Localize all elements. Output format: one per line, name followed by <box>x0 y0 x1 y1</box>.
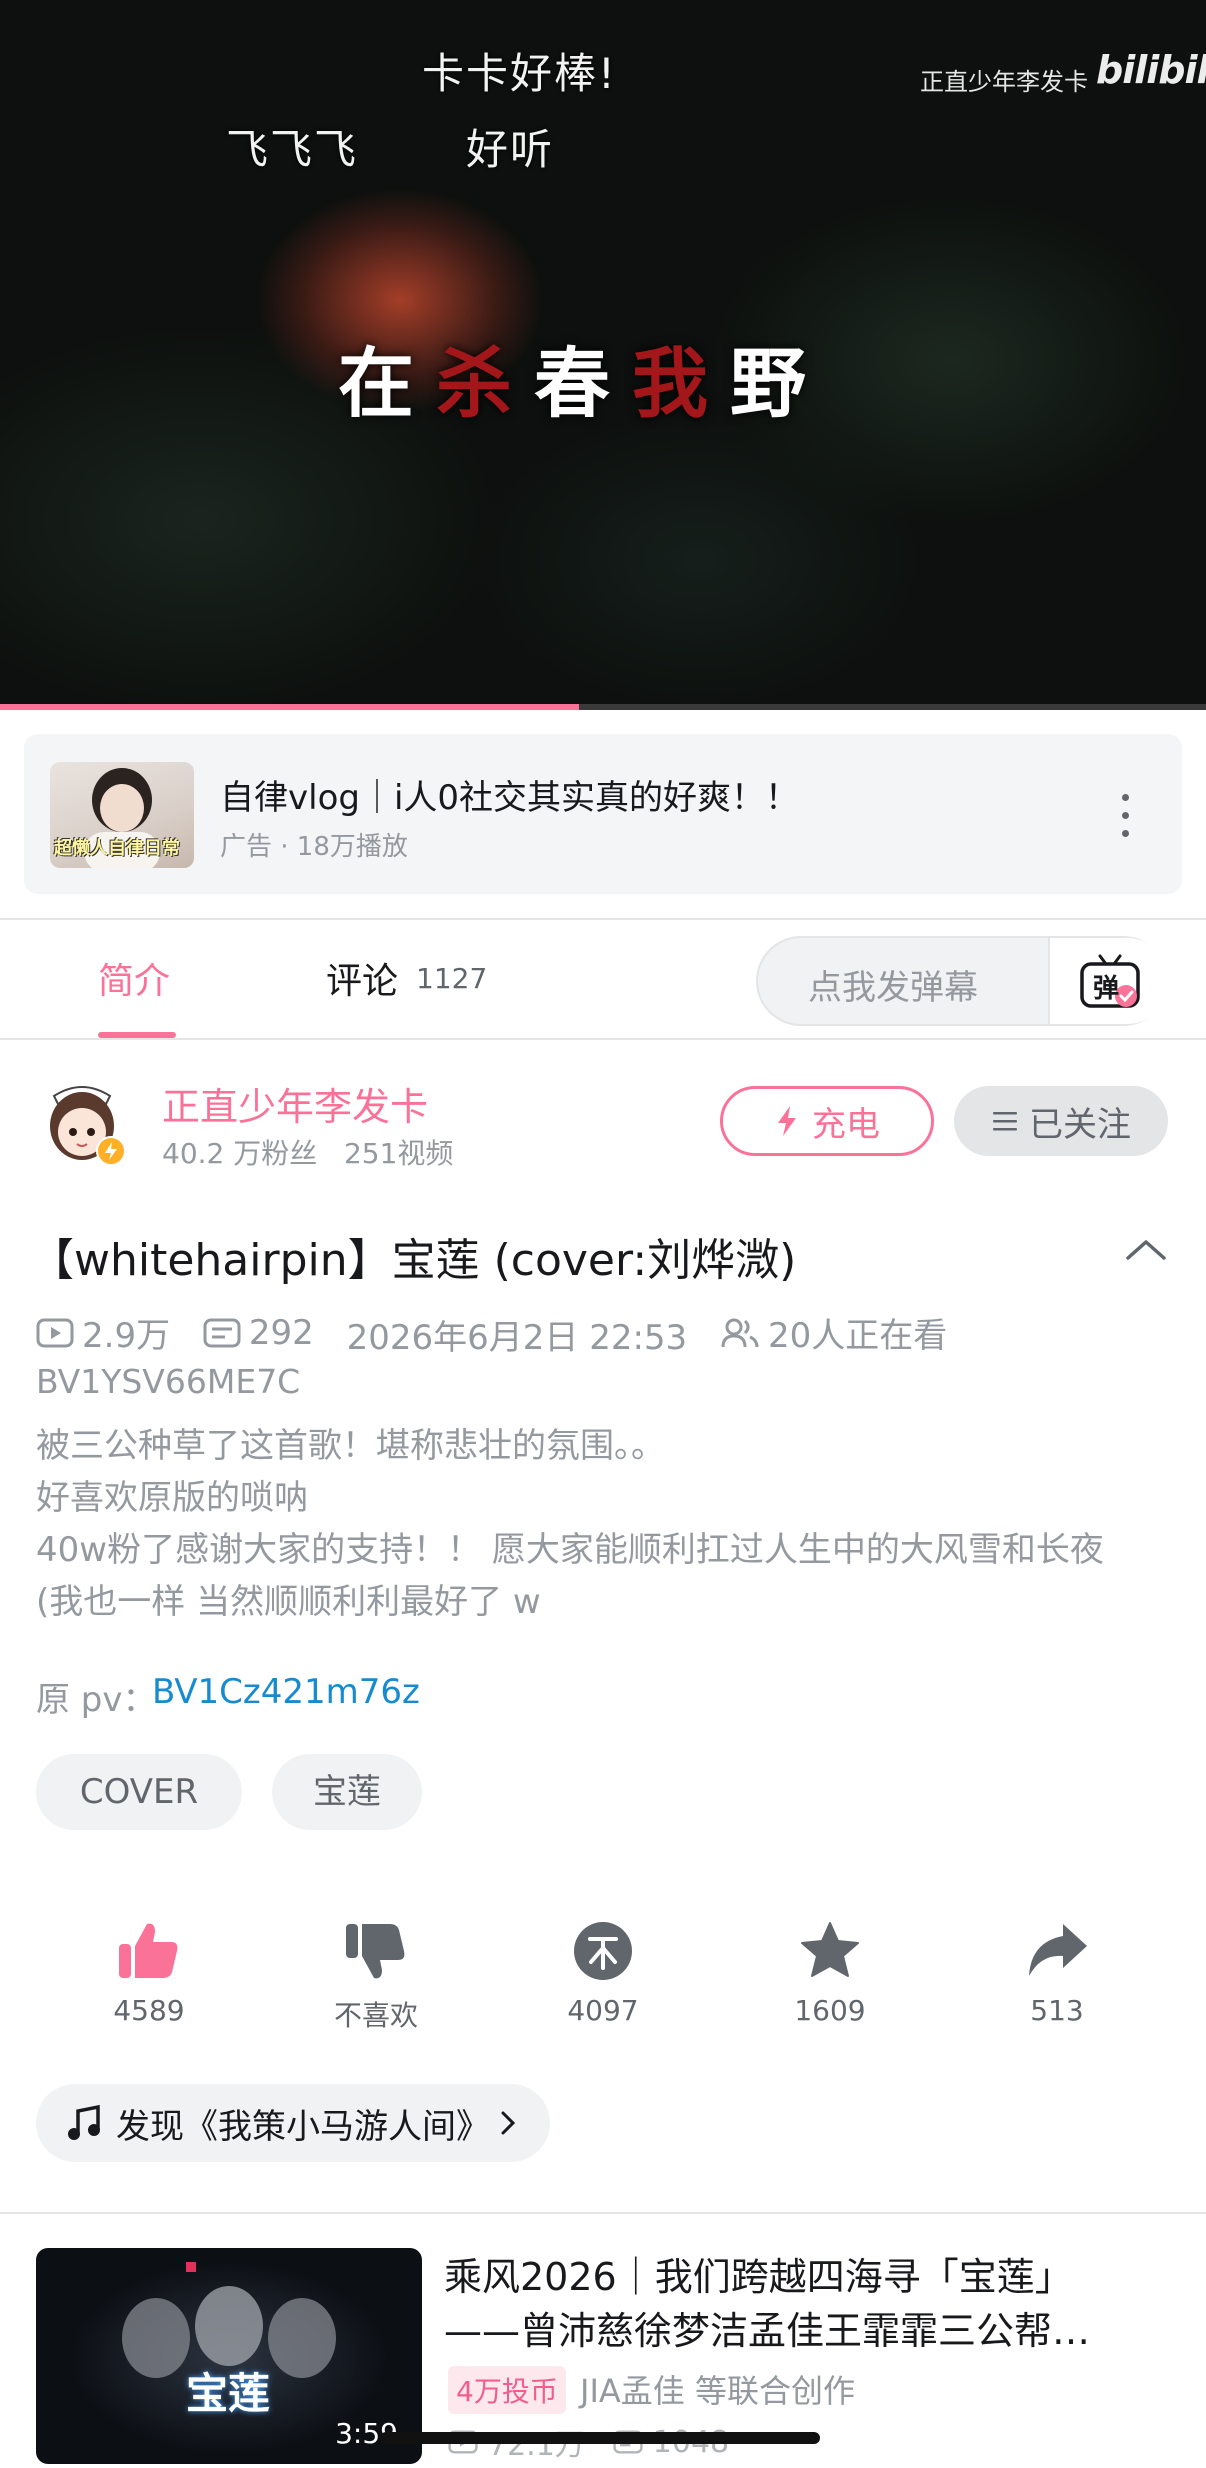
favorite-count: 1609 <box>794 1994 866 2027</box>
video-title: 【whitehairpin】宝莲 (cover:刘烨溦) <box>30 1235 797 1286</box>
watching-count: 20人正在看 <box>720 1308 947 1357</box>
danmaku-input-placeholder: 点我发弹幕 <box>808 968 978 1008</box>
ad-thumbnail: 超懒人自律日常 <box>50 762 194 868</box>
share-button[interactable]: 513 <box>987 1920 1127 2027</box>
chevron-right-icon <box>501 2111 516 2135</box>
menu-lines-icon <box>993 1112 1017 1131</box>
video-progress-fill <box>0 704 579 710</box>
video-stats: 2.9万 292 2026年6月2日 22:53 20人正在看 <box>36 1308 969 1359</box>
danmaku-comment: 好听 <box>466 125 555 174</box>
watermark-uploader: 正直少年李发卡 <box>920 68 1088 96</box>
ad-thumbnail-caption: 超懒人自律日常 <box>54 838 180 859</box>
description-line: 40w粉了感谢大家的支持！！ 愿大家能顺利扛过人生中的大风雪和长夜 <box>36 1530 1104 1570</box>
video-player[interactable]: 卡卡好棒! 飞飞飞 好听 正直少年李发卡 bilibili 在 杀 春 我 野 <box>0 0 1206 710</box>
video-progress-bar[interactable] <box>0 704 1206 710</box>
play-count-icon <box>36 1318 74 1347</box>
comments-count: 1127 <box>416 962 488 995</box>
bilibili-logo: bilibili <box>1096 48 1206 92</box>
share-arrow-icon <box>1029 1924 1087 1976</box>
view-count: 2.9万 <box>36 1308 170 1357</box>
title-char: 春 <box>534 339 610 428</box>
like-count: 4589 <box>113 1994 185 2027</box>
tag-cover[interactable]: COVER <box>36 1754 242 1830</box>
title-char: 野 <box>730 339 806 428</box>
related-thumbnail-text: 宝莲 <box>186 2369 271 2418</box>
title-char: 在 <box>338 339 414 428</box>
coin-icon <box>574 1922 632 1980</box>
music-label: 发现《我策小马游人间》 <box>116 2106 490 2147</box>
more-options-icon[interactable] <box>1114 792 1138 842</box>
view-count-value: 2.9万 <box>82 1316 171 1356</box>
music-discover-link[interactable]: 发现《我策小马游人间》 <box>36 2084 550 2162</box>
video-title-overlay: 在 杀 春 我 野 <box>338 322 806 432</box>
danmaku-count: 292 <box>203 1313 314 1353</box>
author-name[interactable]: 正直少年李发卡 <box>162 1076 428 1131</box>
description-line: (我也一样 当然顺顺利利最好了 w <box>36 1582 541 1622</box>
ad-meta: 广告 · 18万播放 <box>220 832 408 862</box>
danmaku-count-value: 292 <box>248 1312 314 1353</box>
coin-badge: 4万投币 <box>448 2366 566 2414</box>
follow-button[interactable]: 已关注 <box>954 1086 1168 1156</box>
danmaku-comment: 卡卡好棒! <box>422 49 617 98</box>
verified-badge-icon <box>96 1136 126 1166</box>
favorite-button[interactable]: 1609 <box>760 1920 900 2027</box>
divider <box>0 2212 1206 2214</box>
danmaku-toggle-button[interactable]: 弹 <box>1048 938 1170 1024</box>
ad-card[interactable]: 超懒人自律日常 自律vlog｜i人0社交其实真的好爽！！ 广告 · 18万播放 <box>24 734 1182 894</box>
star-icon <box>801 1922 859 1977</box>
avatar[interactable] <box>36 1076 128 1168</box>
tag-baolian[interactable]: 宝莲 <box>272 1754 422 1830</box>
related-video-title[interactable]: 乘风2026｜我们跨越四海寻「宝莲」 <box>444 2246 1073 2301</box>
thumbs-up-icon <box>119 1923 178 1978</box>
tab-intro[interactable]: 简介 <box>98 952 170 1004</box>
like-button[interactable]: 4589 <box>79 1920 219 2027</box>
coin-count: 4097 <box>567 1994 639 2027</box>
related-video-title[interactable]: ——曾沛慈徐梦洁孟佳王霏霏三公帮… <box>444 2300 1090 2355</box>
publish-date: 2026年6月2日 22:53 <box>346 1317 688 1358</box>
title-char: 我 <box>632 339 708 428</box>
lightning-icon <box>778 1106 796 1136</box>
danmaku-toggle-icon: 弹 <box>1078 952 1142 1010</box>
people-icon <box>721 1318 759 1347</box>
divider <box>0 918 1206 920</box>
title-char: 杀 <box>436 339 512 428</box>
chevron-up-icon[interactable] <box>1124 1234 1168 1264</box>
danmaku-count-icon <box>203 1318 241 1347</box>
watching-count-value: 20人正在看 <box>768 1316 948 1356</box>
dislike-label: 不喜欢 <box>333 1999 418 2032</box>
home-indicator <box>380 2432 820 2444</box>
related-video-authors[interactable]: JIA孟佳 等联合创作 <box>580 2366 855 2412</box>
ad-title[interactable]: 自律vlog｜i人0社交其实真的好爽！！ <box>220 770 799 819</box>
tab-comments[interactable]: 评论 <box>326 952 398 1004</box>
coin-button[interactable]: 4097 <box>533 1920 673 2027</box>
thumbs-down-icon <box>346 1924 405 1979</box>
charge-button[interactable]: 充电 <box>720 1086 934 1156</box>
video-bvid[interactable]: BV1YSV66ME7C <box>36 1362 300 1401</box>
original-pv-link[interactable]: BV1Cz421m76z <box>152 1672 420 1712</box>
share-count: 513 <box>1030 1994 1084 2027</box>
music-note-icon <box>68 2104 100 2140</box>
description-line: 好喜欢原版的唢呐 <box>36 1478 308 1518</box>
follow-label: 已关注 <box>1029 1104 1131 1145</box>
danmaku-toggle-char: 弹 <box>1093 974 1120 1004</box>
description-line: 被三公种草了这首歌！堪称悲壮的氛围。。 <box>36 1426 665 1466</box>
dislike-button[interactable]: 不喜欢 <box>306 1920 446 2034</box>
author-stats: 40.2 万粉丝 251视频 <box>162 1137 454 1170</box>
divider <box>0 1038 1206 1040</box>
danmaku-comment: 飞飞飞 <box>226 125 359 174</box>
charge-label: 充电 <box>812 1104 880 1145</box>
related-video-thumbnail[interactable]: 宝莲 3:59 <box>36 2248 422 2464</box>
original-pv-label: 原 pv： <box>36 1680 157 1720</box>
danmaku-input[interactable]: 点我发弹幕 弹 <box>756 936 1170 1026</box>
